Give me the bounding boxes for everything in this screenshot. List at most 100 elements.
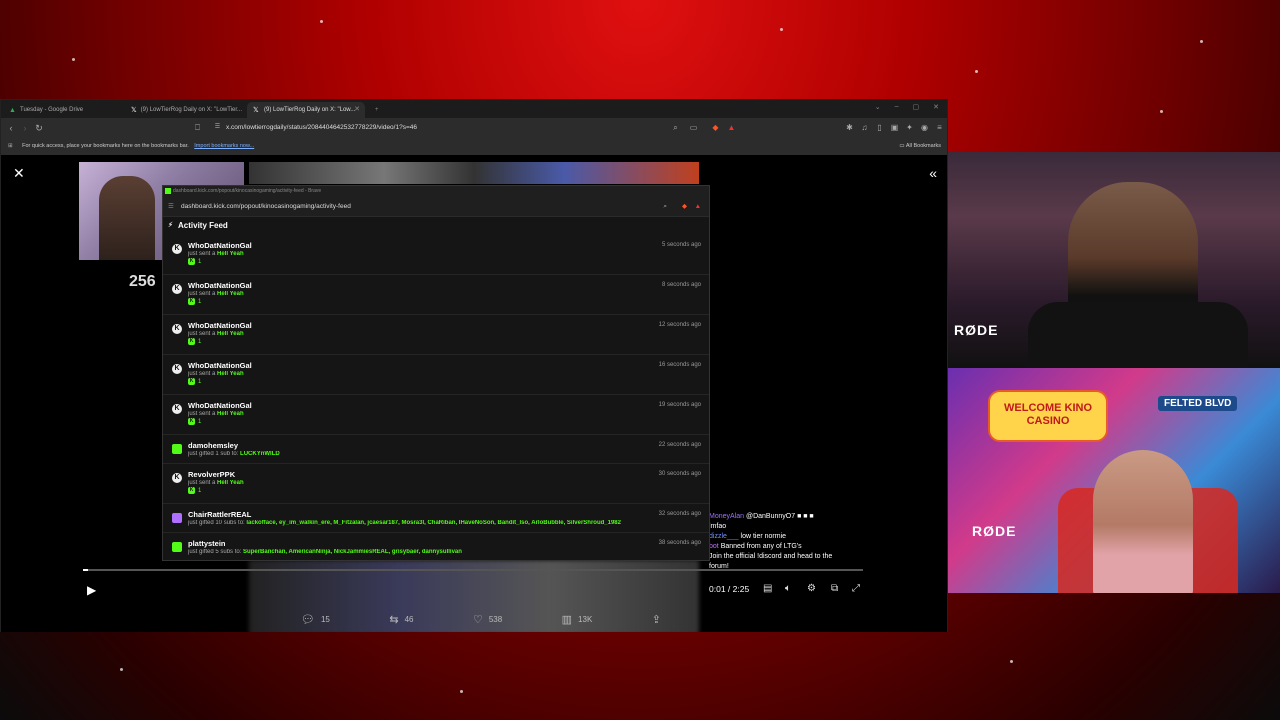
wallet-icon[interactable]: ▣ bbox=[890, 123, 899, 132]
settings-icon[interactable]: ⚙ bbox=[807, 583, 816, 594]
close-tab-icon[interactable]: ✕ bbox=[354, 105, 360, 113]
felted-blvd-sign: FELTED BLVD bbox=[1158, 396, 1238, 411]
menu-icon[interactable]: ≡ bbox=[935, 123, 944, 132]
kick-icon: K bbox=[172, 404, 182, 414]
tab-label: (9) LowTierRog Daily on X: "Low... bbox=[264, 107, 356, 113]
feed-username[interactable]: WhoDatNationGal bbox=[188, 361, 701, 370]
chat-user: dizzle___ bbox=[709, 533, 739, 540]
feed-description: just sent a Hell Yeah bbox=[188, 411, 701, 417]
feed-count-value: 1 bbox=[198, 487, 202, 494]
feed-username[interactable]: WhoDatNationGal bbox=[188, 401, 701, 410]
bookmark-icon[interactable]: ⎕ bbox=[193, 123, 202, 132]
feed-item: ChairRattlerREAL just gifted 10 subs to: … bbox=[163, 504, 709, 533]
minimize-icon[interactable]: – bbox=[895, 103, 899, 111]
tab-x-2[interactable]: 𝕏 (9) LowTierRog Daily on X: "Low... ✕ bbox=[247, 102, 365, 118]
video-seek-bar[interactable] bbox=[83, 569, 863, 571]
fullscreen-icon[interactable]: ⤢ bbox=[852, 583, 860, 594]
feed-description: just gifted 1 sub to: LUCKYnWILD bbox=[188, 451, 701, 457]
tab-search-icon[interactable]: ⌄ bbox=[875, 103, 881, 111]
x-icon: 𝕏 bbox=[253, 106, 259, 114]
maximize-icon[interactable]: ▢ bbox=[913, 103, 920, 111]
spark bbox=[975, 70, 978, 73]
x-icon: 𝕏 bbox=[131, 106, 137, 114]
zoom-icon[interactable]: ⌕ bbox=[671, 123, 680, 132]
tab-google-drive[interactable]: ▲ Tuesday - Google Drive bbox=[3, 102, 121, 118]
feed-highlight: Hell Yeah bbox=[217, 411, 244, 417]
feed-highlight: SuperBanchan, AmericanNinja, NickJammies… bbox=[243, 549, 462, 555]
extensions-icon[interactable]: ✱ bbox=[845, 123, 854, 132]
reload-icon[interactable]: ↻ bbox=[32, 123, 46, 134]
feed-count-value: 1 bbox=[198, 338, 202, 345]
feed-username[interactable]: plattystein bbox=[188, 539, 701, 548]
share-button[interactable]: ⇪ bbox=[652, 610, 661, 628]
apps-icon[interactable]: ⊞ bbox=[8, 143, 13, 149]
chat-line: dizzle___ low tier normie bbox=[709, 532, 869, 542]
webcam-streamer-1: RØDE bbox=[948, 152, 1280, 368]
like-button[interactable]: ♡ 538 bbox=[473, 610, 502, 628]
feed-action-text: just sent a bbox=[188, 291, 216, 297]
brave-shields-icon[interactable]: ◆ bbox=[682, 197, 687, 217]
feed-username[interactable]: WhoDatNationGal bbox=[188, 321, 701, 330]
popup-url[interactable]: dashboard.kick.com/popout/kinocasinogami… bbox=[181, 203, 351, 210]
volume-icon[interactable]: 🔈︎ bbox=[785, 583, 791, 594]
kicks-icon: K bbox=[188, 378, 195, 385]
sidebar-icon[interactable]: ▯ bbox=[875, 123, 884, 132]
spark bbox=[120, 668, 123, 671]
views-button[interactable]: ▥ 13K bbox=[562, 610, 593, 628]
feed-description: just gifted 10 subs to: lackofface, ey_i… bbox=[188, 520, 701, 526]
feed-username[interactable]: damohemsley bbox=[188, 441, 701, 450]
all-bookmarks-button[interactable]: ▭ All Bookmarks bbox=[899, 138, 941, 155]
feed-username[interactable]: WhoDatNationGal bbox=[188, 241, 701, 250]
kick-icon: K bbox=[172, 284, 182, 294]
new-tab-button[interactable]: + bbox=[369, 102, 383, 118]
kick-icon: K bbox=[172, 364, 182, 374]
feed-item: damohemsley just gifted 1 sub to: LUCKYnW… bbox=[163, 435, 709, 464]
feed-action-text: just sent a bbox=[188, 480, 216, 486]
reply-button[interactable]: 💬︎ 15 bbox=[301, 610, 330, 628]
import-bookmarks-link[interactable]: Import bookmarks now... bbox=[194, 143, 254, 149]
url-text: x.com/lowtierrogdaily/status/20844046425… bbox=[226, 124, 417, 131]
feed-count: K1 bbox=[188, 418, 701, 425]
cast-icon[interactable]: ▭ bbox=[689, 123, 698, 132]
brave-rewards-icon[interactable]: ▲ bbox=[695, 197, 701, 217]
feed-highlight: LUCKYnWILD bbox=[240, 451, 280, 457]
close-media-icon[interactable]: ✕ bbox=[13, 165, 25, 182]
collapse-icon[interactable]: « bbox=[929, 165, 937, 181]
puzzle-icon[interactable]: ✦ bbox=[905, 123, 914, 132]
activity-feed-popup: dashboard.kick.com/popout/kinocasinogami… bbox=[162, 185, 710, 561]
url-field[interactable]: x.com/lowtierrogdaily/status/20844046425… bbox=[206, 121, 746, 135]
reply-icon: 💬︎ bbox=[301, 613, 315, 626]
feed-username[interactable]: ChairRattlerREAL bbox=[188, 510, 701, 519]
forward-icon[interactable]: › bbox=[18, 123, 32, 133]
kicks-icon: K bbox=[188, 258, 195, 265]
zoom-icon[interactable]: ⌕ bbox=[663, 197, 667, 217]
spark bbox=[1010, 660, 1013, 663]
feed-username[interactable]: WhoDatNationGal bbox=[188, 281, 701, 290]
pip-icon[interactable]: ⧉ bbox=[831, 583, 838, 594]
seek-progress bbox=[83, 569, 89, 571]
music-icon[interactable]: ♫ bbox=[860, 123, 869, 132]
close-window-icon[interactable]: ✕ bbox=[933, 103, 939, 111]
chat-line: MoneyAlan @DanBunnyO7 ■ ■ ■ bbox=[709, 512, 869, 522]
repost-button[interactable]: ⇆ 46 bbox=[389, 610, 413, 628]
captions-icon[interactable]: ▤ bbox=[763, 583, 772, 594]
feed-highlight: Hell Yeah bbox=[217, 251, 244, 257]
feed-username[interactable]: RevolverPPK bbox=[188, 470, 701, 479]
brave-rewards-icon[interactable]: ▲ bbox=[727, 123, 736, 132]
bolt-icon: ⚡︎ bbox=[168, 222, 173, 229]
gift-icon bbox=[172, 513, 182, 523]
feed-highlight: Hell Yeah bbox=[217, 291, 244, 297]
site-info-icon[interactable]: ☰ bbox=[168, 197, 174, 217]
brave-shields-icon[interactable]: ◆ bbox=[711, 123, 720, 132]
feed-highlight: Hell Yeah bbox=[217, 480, 244, 486]
feed-highlight: Hell Yeah bbox=[217, 371, 244, 377]
site-info-icon[interactable]: ☰ bbox=[213, 123, 222, 132]
feed-count: K1 bbox=[188, 378, 701, 385]
spark bbox=[72, 58, 75, 61]
window-controls: ⌄ – ▢ ✕ bbox=[875, 103, 939, 111]
tab-x-1[interactable]: 𝕏 (9) LowTierRog Daily on X: "LowTier... bbox=[125, 102, 243, 118]
vpn-icon[interactable]: ◉ bbox=[920, 123, 929, 132]
back-icon[interactable]: ‹ bbox=[4, 123, 18, 133]
person-image bbox=[99, 176, 155, 260]
play-icon[interactable]: ▶ bbox=[87, 583, 96, 597]
